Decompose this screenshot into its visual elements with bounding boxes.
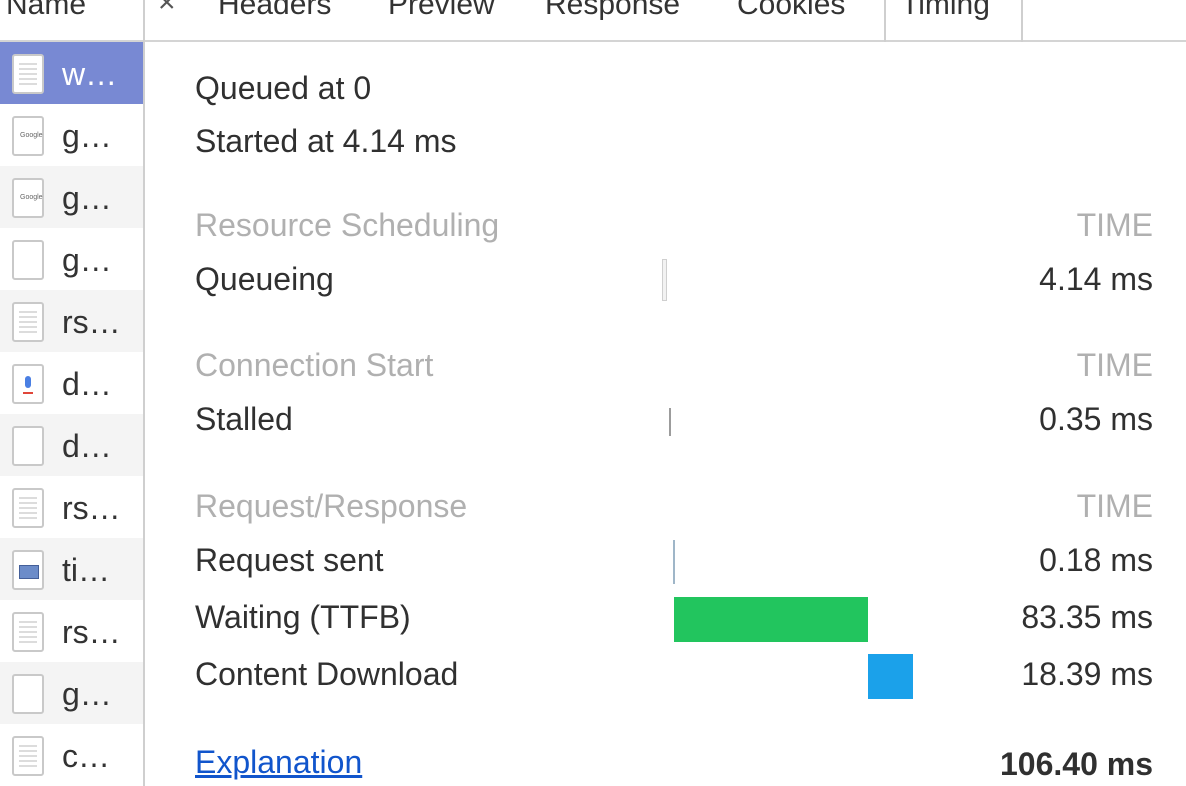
google-image-icon: Google	[12, 116, 44, 156]
waiting-ttfb-label: Waiting (TTFB)	[195, 599, 411, 635]
tab-preview[interactable]: Preview	[388, 0, 495, 22]
request-row[interactable]: c…	[0, 724, 143, 786]
request-row[interactable]: rs…	[0, 290, 143, 352]
time-column-header: TIME	[1076, 347, 1153, 383]
request-sent-label: Request sent	[195, 542, 384, 578]
request-name: rs…	[62, 614, 121, 650]
blank-file-icon	[12, 240, 44, 280]
request-row[interactable]: d…	[0, 352, 143, 414]
timing-panel: Queued at 0 Started at 4.14 ms Resource …	[147, 42, 1186, 786]
request-list: w… Google g… Google g… g… rs… d… d… rs… …	[0, 42, 145, 786]
time-column-header: TIME	[1076, 207, 1153, 243]
request-row[interactable]: w…	[0, 42, 143, 104]
blank-file-icon	[12, 426, 44, 466]
request-name: c…	[62, 738, 110, 774]
stalled-bar	[669, 408, 671, 436]
total-time-value: 106.40 ms	[999, 746, 1153, 782]
tab-response[interactable]: Response	[545, 0, 680, 22]
google-image-icon: Google	[12, 178, 44, 218]
tab-headers[interactable]: Headers	[218, 0, 331, 22]
request-name: w…	[62, 56, 118, 92]
queueing-bar	[662, 259, 667, 301]
request-row[interactable]: d…	[0, 414, 143, 476]
request-sent-value: 0.18 ms	[1039, 542, 1153, 578]
content-download-label: Content Download	[195, 656, 459, 692]
waiting-ttfb-bar	[674, 597, 868, 642]
document-icon	[12, 612, 44, 652]
section-title-resource-scheduling: Resource Scheduling	[195, 207, 500, 243]
tab-timing[interactable]: Timing	[901, 0, 990, 22]
explanation-link[interactable]: Explanation	[195, 744, 362, 781]
started-at-text: Started at 4.14 ms	[195, 123, 457, 159]
name-column-label: Name	[6, 0, 87, 21]
request-row[interactable]: Google g…	[0, 104, 143, 166]
request-row[interactable]: ti…	[0, 538, 143, 600]
request-name: g…	[62, 242, 112, 278]
queued-at-text: Queued at 0	[195, 70, 372, 106]
image-thumbnail-icon	[12, 550, 44, 590]
section-title-connection-start: Connection Start	[195, 347, 434, 383]
queueing-value: 4.14 ms	[1039, 261, 1153, 297]
tab-bar: Name × Headers Preview Response Cookies …	[0, 0, 1186, 42]
request-row[interactable]: Google g…	[0, 166, 143, 228]
time-column-header: TIME	[1076, 488, 1153, 524]
close-icon[interactable]: ×	[158, 0, 176, 20]
name-column-header[interactable]: Name	[0, 0, 145, 42]
request-row[interactable]: rs…	[0, 476, 143, 538]
waiting-ttfb-value: 83.35 ms	[1021, 599, 1153, 635]
document-icon	[12, 736, 44, 776]
stalled-value: 0.35 ms	[1039, 401, 1153, 437]
request-name: rs…	[62, 490, 121, 526]
request-name: g…	[62, 180, 112, 216]
section-title-request-response: Request/Response	[195, 488, 468, 524]
queueing-label: Queueing	[195, 261, 334, 297]
document-icon	[12, 488, 44, 528]
request-row[interactable]: g…	[0, 228, 143, 290]
tab-divider	[884, 0, 886, 42]
request-name: rs…	[62, 304, 121, 340]
tab-cookies[interactable]: Cookies	[737, 0, 845, 22]
request-name: g…	[62, 118, 112, 154]
stalled-label: Stalled	[195, 401, 293, 437]
request-sent-bar	[673, 540, 675, 584]
blank-file-icon	[12, 674, 44, 714]
request-name: ti…	[62, 552, 110, 588]
request-row[interactable]: g…	[0, 662, 143, 724]
document-icon	[12, 302, 44, 342]
document-icon	[12, 54, 44, 94]
tab-divider	[1021, 0, 1023, 42]
request-row[interactable]: rs…	[0, 600, 143, 662]
request-name: d…	[62, 428, 112, 464]
content-download-bar	[868, 654, 913, 699]
request-name: g…	[62, 676, 112, 712]
request-name: d…	[62, 366, 112, 402]
content-download-value: 18.39 ms	[1021, 656, 1153, 692]
microphone-icon	[12, 364, 44, 404]
